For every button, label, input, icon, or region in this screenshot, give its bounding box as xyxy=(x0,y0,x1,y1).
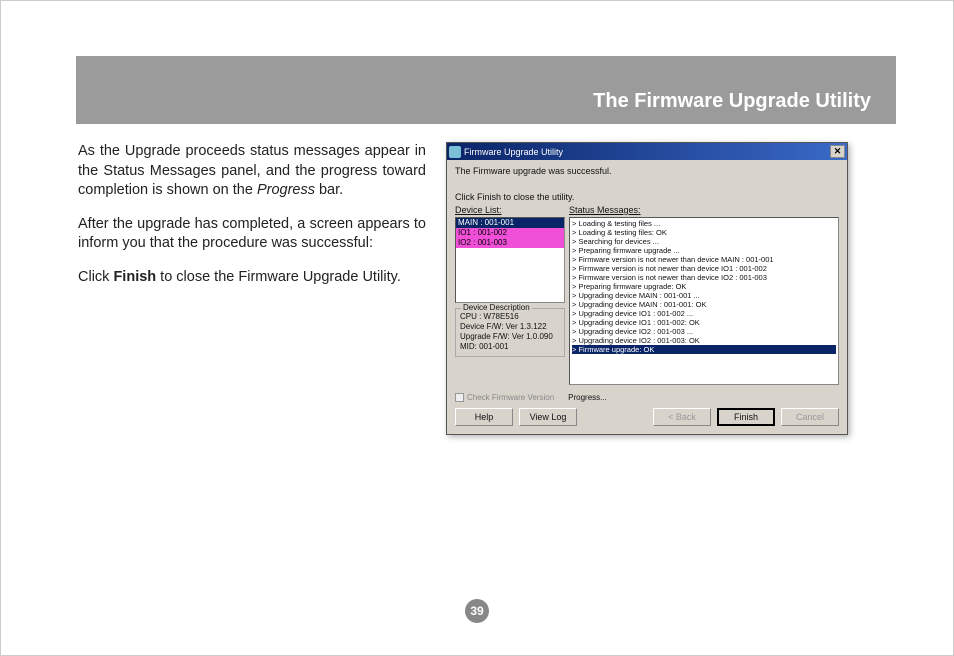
list-item[interactable]: MAIN : 001-001 xyxy=(456,218,564,228)
desc-line: Device F/W: Ver 1.3.122 xyxy=(460,322,560,332)
help-button[interactable]: Help xyxy=(455,408,513,426)
para3-finish: Finish xyxy=(113,269,156,285)
status-messages-label: Status Messages: xyxy=(569,205,839,215)
status-line: > Upgrading device MAIN : 001-001 ... xyxy=(572,291,836,300)
firmware-utility-window: Firmware Upgrade Utility ✕ The Firmware … xyxy=(446,142,848,435)
status-line: > Loading & testing files: OK xyxy=(572,228,836,237)
para2: After the upgrade has completed, a scree… xyxy=(78,215,426,254)
page-title: The Firmware Upgrade Utility xyxy=(593,90,871,113)
list-item[interactable]: IO2 : 001-003 xyxy=(456,238,564,248)
status-line: > Loading & testing files ... xyxy=(572,219,836,228)
header-bar: The Firmware Upgrade Utility xyxy=(76,56,896,124)
desc-legend: Device Description xyxy=(461,303,532,313)
cancel-button: Cancel xyxy=(781,408,839,426)
device-list[interactable]: MAIN : 001-001 IO1 : 001-002 IO2 : 001-0… xyxy=(455,217,565,303)
status-line: > Upgrading device IO2 : 001-003 ... xyxy=(572,327,836,336)
para3-c: to close the Firmware Upgrade Utility. xyxy=(156,269,401,285)
status-line: > Preparing firmware upgrade ... xyxy=(572,246,836,255)
finish-button[interactable]: Finish xyxy=(717,408,775,426)
status-line: > Firmware version is not newer than dev… xyxy=(572,255,836,264)
status-line: > Upgrading device IO2 : 001-003: OK xyxy=(572,336,836,345)
device-description: Device Description CPU : W78E516 Device … xyxy=(455,308,565,357)
body-text: As the Upgrade proceeds status messages … xyxy=(61,142,426,435)
status-line: > Searching for devices ... xyxy=(572,237,836,246)
progress-label: Progress... xyxy=(568,393,607,402)
para1-a: As the Upgrade proceeds status messages … xyxy=(78,143,426,198)
status-line: > Upgrading device MAIN : 001-001: OK xyxy=(572,300,836,309)
check-firmware-version: Check Firmware Version xyxy=(455,393,554,402)
status-line: > Firmware version is not newer than dev… xyxy=(572,273,836,282)
check-label: Check Firmware Version xyxy=(467,393,554,402)
desc-line: MID: 001-001 xyxy=(460,342,560,352)
back-button: < Back xyxy=(653,408,711,426)
para3-a: Click xyxy=(78,269,113,285)
page-number: 39 xyxy=(465,599,489,623)
status-line: > Firmware version is not newer than dev… xyxy=(572,264,836,273)
status-line: > Upgrading device IO1 : 001-002: OK xyxy=(572,318,836,327)
status-messages[interactable]: > Loading & testing files ... > Loading … xyxy=(569,217,839,385)
device-list-label: Device List: xyxy=(455,205,565,215)
success-message: The Firmware upgrade was successful. xyxy=(455,166,839,176)
status-line: > Preparing firmware upgrade: OK xyxy=(572,282,836,291)
view-log-button[interactable]: View Log xyxy=(519,408,577,426)
titlebar: Firmware Upgrade Utility ✕ xyxy=(447,143,847,160)
close-icon[interactable]: ✕ xyxy=(830,145,845,158)
desc-line: Upgrade F/W: Ver 1.0.090 xyxy=(460,332,560,342)
app-icon xyxy=(449,146,461,158)
window-title: Firmware Upgrade Utility xyxy=(464,147,563,157)
status-line: > Upgrading device IO1 : 001-002 ... xyxy=(572,309,836,318)
para1-c: bar. xyxy=(315,182,343,198)
para1-progress: Progress xyxy=(257,182,315,198)
checkbox-icon xyxy=(455,393,464,402)
list-item[interactable]: IO1 : 001-002 xyxy=(456,228,564,238)
desc-line: CPU : W78E516 xyxy=(460,312,560,322)
finish-hint: Click Finish to close the utility. xyxy=(455,192,839,202)
status-line: > Firmware upgrade: OK xyxy=(572,345,836,354)
